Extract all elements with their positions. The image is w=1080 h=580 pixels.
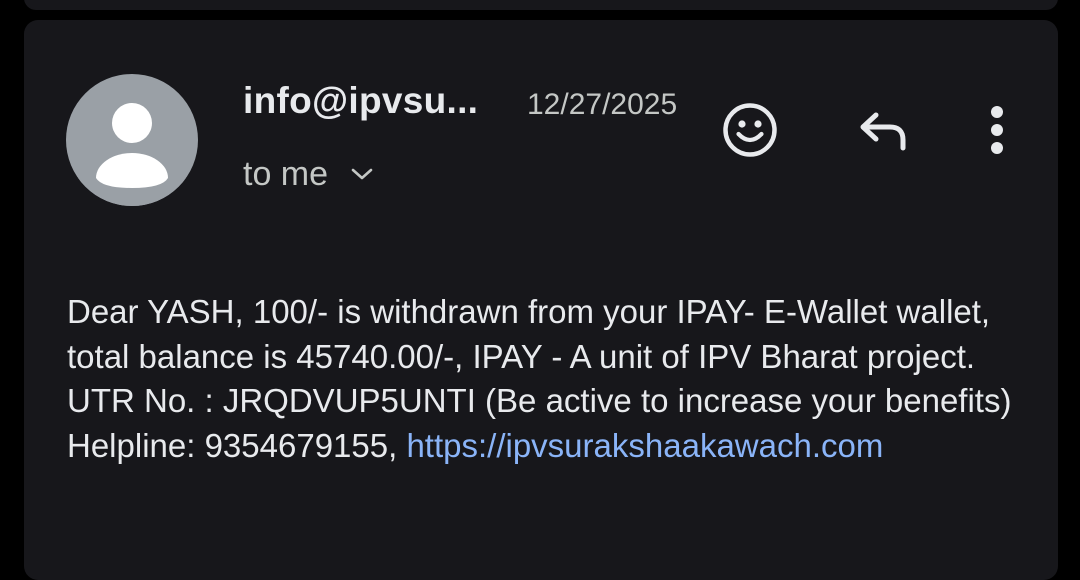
sender-avatar[interactable] bbox=[66, 74, 198, 206]
more-vertical-icon bbox=[991, 106, 1003, 154]
recipient-details-toggle[interactable]: to me bbox=[243, 155, 374, 194]
email-date: 12/27/2025 bbox=[527, 88, 678, 121]
person-avatar-icon bbox=[66, 103, 198, 206]
previous-message-card bbox=[24, 0, 1058, 10]
chevron-down-icon bbox=[350, 166, 374, 187]
sender-name[interactable]: info@ipvsu... bbox=[243, 80, 478, 122]
reply-button[interactable] bbox=[850, 100, 914, 160]
reply-arrow-icon bbox=[860, 112, 906, 151]
smiley-emoji-icon bbox=[723, 103, 777, 157]
email-body-link[interactable]: https://ipvsurakshaakawach.com bbox=[406, 427, 883, 464]
add-reaction-button[interactable] bbox=[718, 98, 782, 162]
more-options-button[interactable] bbox=[972, 98, 1022, 162]
recipient-label: to me bbox=[243, 155, 329, 193]
email-body: Dear YASH, 100/- is withdrawn from your … bbox=[67, 290, 1027, 468]
